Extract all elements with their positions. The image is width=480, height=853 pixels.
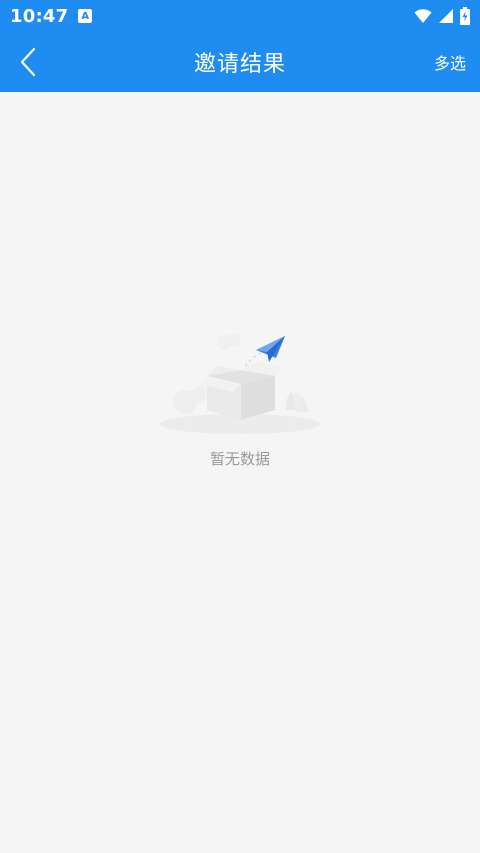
wifi-icon [414, 8, 432, 24]
empty-state-message: 暂无数据 [209, 450, 270, 468]
empty-box-illustration-icon [160, 334, 320, 434]
multi-select-button[interactable]: 多选 [434, 50, 466, 74]
chevron-left-icon [20, 47, 36, 77]
status-bar: 10:47 A [0, 0, 480, 32]
app-bar: 邀请结果 多选 [0, 32, 480, 92]
notification-a-icon: A [78, 9, 93, 23]
back-button[interactable] [12, 46, 44, 78]
status-right [414, 7, 470, 25]
cellular-signal-icon [438, 8, 454, 24]
empty-state: 暂无数据 [140, 332, 340, 469]
status-time: 10:47 [10, 5, 69, 27]
page-title: 邀请结果 [193, 52, 286, 77]
content-area: 暂无数据 [0, 92, 480, 853]
battery-charging-icon [460, 7, 470, 25]
status-left: 10:47 A [10, 5, 93, 27]
